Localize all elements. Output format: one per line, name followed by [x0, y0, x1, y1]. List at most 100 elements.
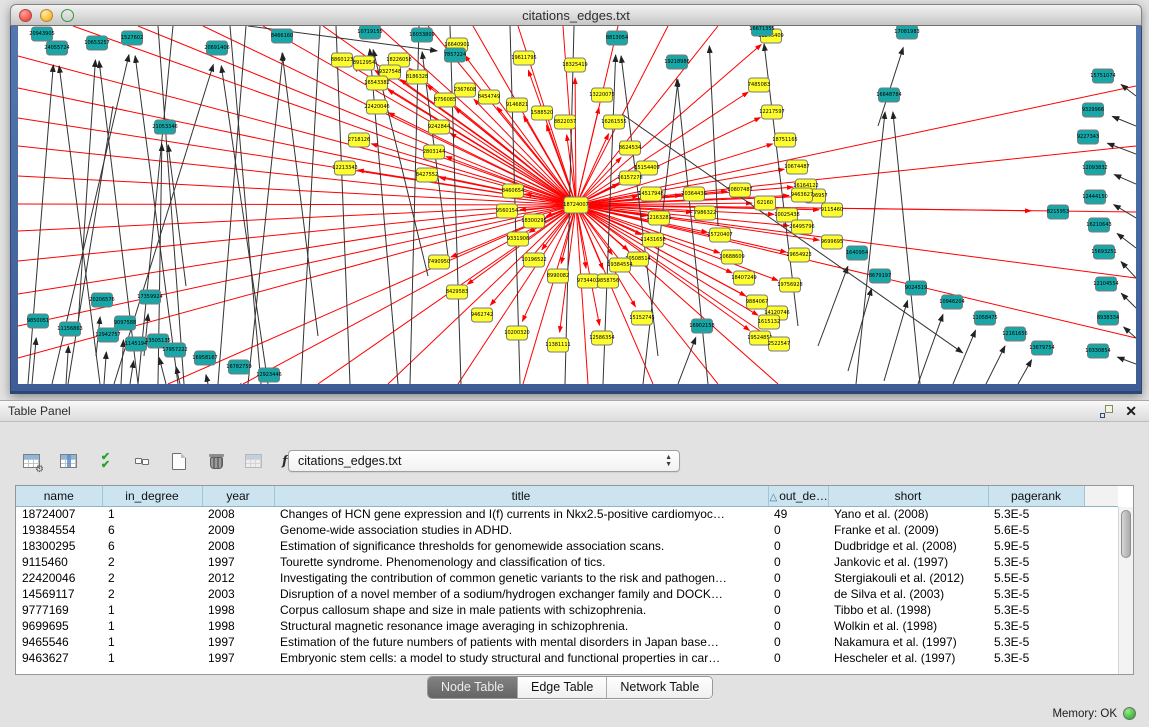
cell-title[interactable]: Estimation of the future numbers of pati… [274, 634, 768, 650]
graph-node[interactable]: 8454749 [478, 90, 500, 104]
graph-node[interactable]: 10807487 [727, 183, 752, 197]
graph-node[interactable]: 1588520 [531, 106, 553, 120]
cell-out_degree[interactable]: 0 [768, 522, 828, 538]
cell-in_degree[interactable]: 1 [102, 602, 202, 618]
cell-pagerank[interactable]: 5.3E-5 [988, 554, 1084, 570]
graph-node[interactable]: 11381111 [545, 338, 570, 352]
graph-node[interactable]: 10196522 [521, 253, 546, 267]
graph-node[interactable]: 16902158 [689, 319, 714, 333]
graph-node[interactable]: 9850051 [27, 314, 49, 328]
cell-short[interactable]: Franke et al. (2009) [828, 522, 988, 538]
cell-pagerank[interactable]: 5.3E-5 [988, 634, 1084, 650]
column-header-short[interactable]: short [828, 486, 988, 506]
memory-ok-icon[interactable] [1123, 707, 1136, 720]
table-row[interactable]: 1872400712008Changes of HCN gene express… [16, 506, 1118, 522]
graph-node[interactable]: 20943905 [29, 27, 54, 41]
graph-node[interactable]: 9331906 [507, 232, 529, 246]
graph-node[interactable]: 15693251 [1091, 245, 1116, 259]
cell-year[interactable]: 2008 [202, 506, 274, 522]
cell-year[interactable]: 2009 [202, 522, 274, 538]
cell-name[interactable]: 9777169 [16, 602, 102, 618]
cell-year[interactable]: 2008 [202, 538, 274, 554]
cell-pagerank[interactable]: 5.3E-5 [988, 586, 1084, 602]
graph-node[interactable]: 10330854 [1085, 344, 1110, 358]
cell-year[interactable]: 1997 [202, 650, 274, 666]
cell-out_degree[interactable]: 0 [768, 554, 828, 570]
close-panel-icon[interactable]: ✕ [1125, 403, 1137, 420]
cell-short[interactable]: Nakamura et al. (1997) [828, 634, 988, 650]
cell-title[interactable]: Embryonic stem cells: a model to study s… [274, 650, 768, 666]
graph-node[interactable]: 8624534 [619, 141, 641, 155]
tab-edge-table[interactable]: Edge Table [518, 677, 607, 698]
cell-in_degree[interactable]: 1 [102, 618, 202, 634]
graph-node[interactable]: 18751165 [772, 133, 797, 147]
graph-node[interactable]: 1527602 [121, 31, 143, 45]
graph-node[interactable]: 8186328 [406, 70, 428, 84]
graph-node[interactable]: 15152745 [629, 311, 654, 325]
graph-node[interactable]: 8427552 [416, 168, 438, 182]
graph-node[interactable]: 2803144 [423, 145, 445, 159]
cell-in_degree[interactable]: 6 [102, 538, 202, 554]
citation-network-graph[interactable]: 8860123891295418226058932754881863281654… [18, 26, 1136, 384]
cell-pagerank[interactable]: 5.3E-5 [988, 650, 1084, 666]
graph-node[interactable]: 1145194 [125, 337, 147, 351]
graph-node[interactable]: 16648784 [876, 88, 901, 102]
graph-node[interactable]: 8215953 [1047, 205, 1069, 219]
graph-node[interactable]: 11156863 [57, 322, 82, 336]
graph-node[interactable]: 10653257 [84, 36, 109, 50]
table-settings-icon[interactable]: ⚙ [18, 448, 44, 474]
cell-pagerank[interactable]: 5.6E-5 [988, 522, 1084, 538]
import-table-icon[interactable] [240, 448, 266, 474]
cell-name[interactable]: 18724007 [16, 506, 102, 522]
graph-node[interactable]: 2367608 [454, 83, 476, 97]
graph-node-hub[interactable]: 18724007 [563, 197, 588, 213]
graph-node[interactable]: 18407249 [731, 271, 756, 285]
clear-selection-icon[interactable] [129, 448, 155, 474]
graph-node[interactable]: 22420046 [364, 100, 389, 114]
graph-node[interactable]: 1615132 [758, 315, 780, 329]
graph-node[interactable]: 9024519 [905, 281, 927, 295]
cell-short[interactable]: Hescheler et al. (1997) [828, 650, 988, 666]
show-columns-icon[interactable] [55, 448, 81, 474]
graph-node[interactable]: 8429583 [446, 285, 468, 299]
graph-node[interactable]: 12161656 [1002, 327, 1027, 341]
new-document-icon[interactable] [166, 448, 192, 474]
cell-out_degree[interactable]: 0 [768, 634, 828, 650]
graph-node[interactable]: 16671355 [749, 26, 774, 36]
cell-year[interactable]: 1997 [202, 634, 274, 650]
cell-title[interactable]: Disruption of a novel member of a sodium… [274, 586, 768, 602]
cell-name[interactable]: 18300295 [16, 538, 102, 554]
select-all-icon[interactable]: ✔✔ [92, 448, 118, 474]
cell-name[interactable]: 14569117 [16, 586, 102, 602]
cell-name[interactable]: 9465546 [16, 634, 102, 650]
cell-title[interactable]: Tourette syndrome. Phenomenology and cla… [274, 554, 768, 570]
graph-node[interactable]: 12104554 [1093, 277, 1118, 291]
column-header-name[interactable]: name [16, 486, 102, 506]
zoom-window-button[interactable] [61, 9, 74, 22]
cell-name[interactable]: 9699695 [16, 618, 102, 634]
graph-node[interactable]: 9884067 [746, 295, 768, 309]
graph-node[interactable]: 7490950 [428, 255, 450, 269]
graph-node[interactable]: 16033809 [409, 28, 434, 42]
table-row[interactable]: 1938455462009Genome-wide association stu… [16, 522, 1118, 538]
cell-year[interactable]: 2003 [202, 586, 274, 602]
graph-node[interactable]: 10719155 [357, 26, 382, 39]
column-header-in_degree[interactable]: in_degree [102, 486, 202, 506]
graph-node[interactable]: 9463627 [791, 188, 813, 202]
graph-node[interactable]: 12213343 [332, 161, 357, 175]
graph-node[interactable]: 14517948 [638, 187, 663, 201]
cell-short[interactable]: Yano et al. (2008) [828, 506, 988, 522]
cell-name[interactable]: 19384554 [16, 522, 102, 538]
tab-node-table[interactable]: Node Table [428, 677, 518, 698]
graph-node[interactable]: 21053346 [152, 120, 177, 134]
graph-node[interactable]: 13679754 [1029, 341, 1054, 355]
table-selector-dropdown[interactable]: citations_edges.txt ▲▼ [288, 450, 680, 472]
graph-node[interactable]: 8938334 [1097, 311, 1119, 325]
graph-node[interactable]: 9699695 [821, 235, 843, 249]
cell-year[interactable]: 1998 [202, 618, 274, 634]
graph-node[interactable]: 12163281 [646, 211, 671, 225]
graph-node[interactable]: 10946204 [939, 295, 964, 309]
graph-node[interactable]: 62160 [755, 196, 776, 210]
cell-short[interactable]: Wolkin et al. (1998) [828, 618, 988, 634]
cell-short[interactable]: Tibbo et al. (1998) [828, 602, 988, 618]
